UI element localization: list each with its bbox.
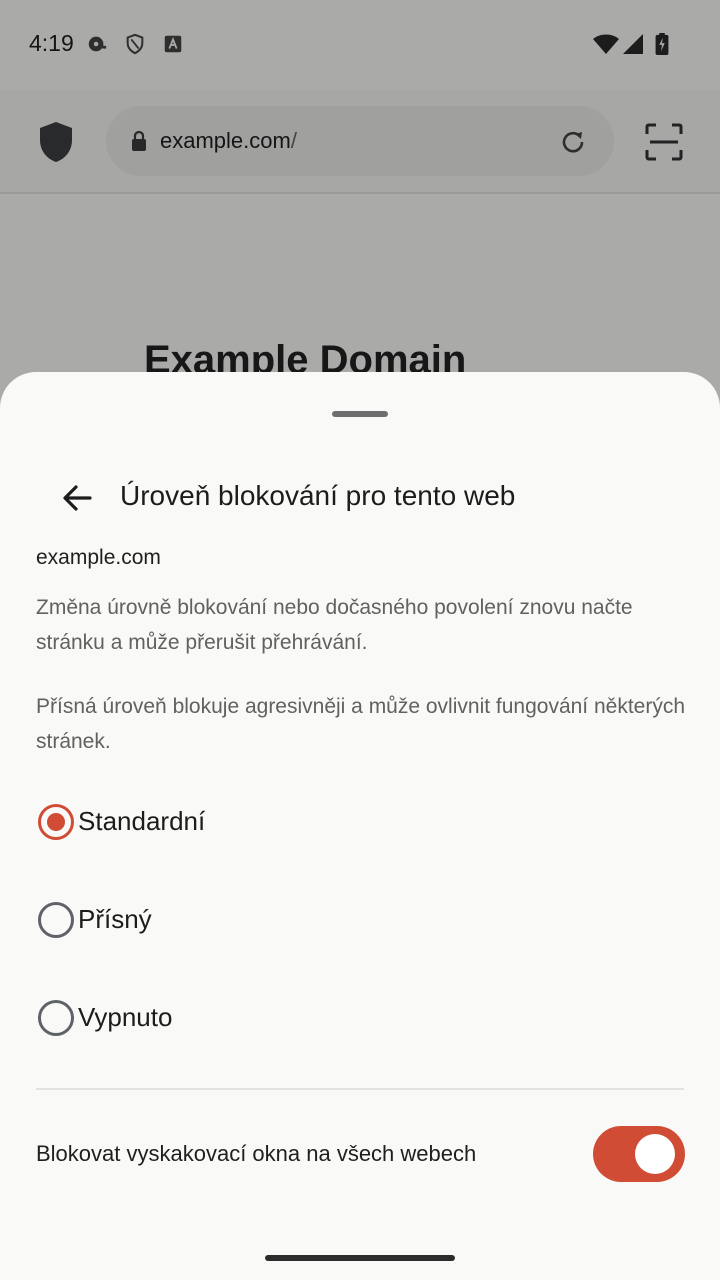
option-off[interactable]: Vypnuto <box>24 978 696 1058</box>
sheet-title: Úroveň blokování pro tento web <box>120 480 516 511</box>
option-label: Vypnuto <box>78 1002 173 1032</box>
back-arrow-icon[interactable] <box>56 476 100 520</box>
toggle-knob <box>635 1134 675 1174</box>
reload-warning-text: Změna úrovně blokování nebo dočasného po… <box>36 596 633 654</box>
gesture-nav-handle[interactable] <box>265 1255 455 1261</box>
strict-level-note: Přísná úroveň blokuje agresivněji a může… <box>36 695 686 753</box>
option-label: Standardní <box>78 806 206 836</box>
radio-strict[interactable] <box>38 902 74 938</box>
option-standard[interactable]: Standardní <box>24 782 696 862</box>
popup-block-toggle[interactable] <box>593 1126 685 1182</box>
drag-handle[interactable] <box>332 411 388 417</box>
radio-standard[interactable] <box>38 804 74 840</box>
popup-block-label: Blokovat vyskakovací okna na všech webec… <box>36 1141 477 1166</box>
site-domain: example.com <box>36 546 161 569</box>
radio-off[interactable] <box>38 1000 74 1036</box>
divider <box>36 1088 684 1090</box>
blocking-level-sheet: Úroveň blokování pro tento web example.c… <box>0 372 720 1280</box>
option-strict[interactable]: Přísný <box>24 880 696 960</box>
option-label: Přísný <box>78 904 152 934</box>
